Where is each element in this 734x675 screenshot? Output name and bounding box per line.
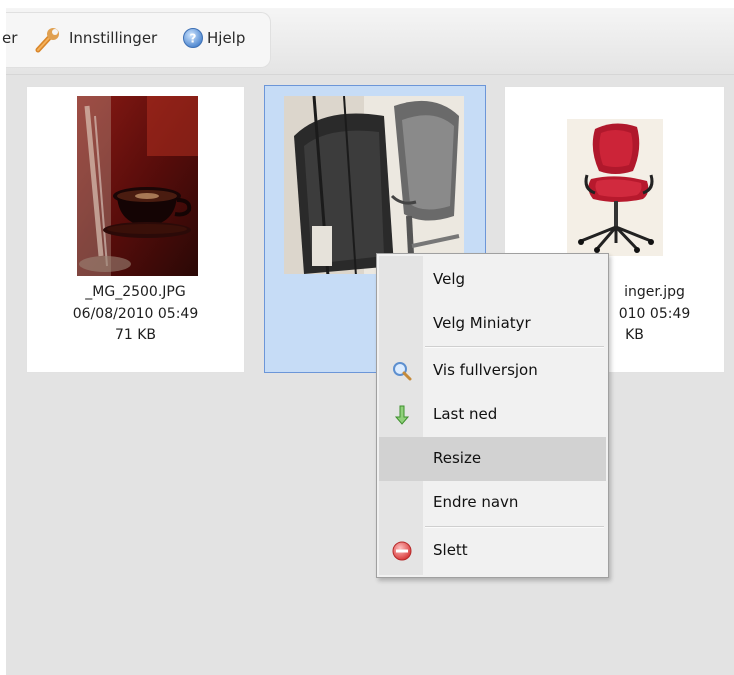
window-top-edge — [6, 0, 734, 8]
help-button[interactable]: ? Hjelp — [182, 28, 262, 55]
file-thumbnail — [567, 119, 663, 256]
file-size: 71 KB — [114, 327, 157, 343]
menu-item-label: Endre navn — [433, 493, 519, 511]
file-tile[interactable]: _MG_2500.JPG 06/08/2010 05:49 71 KB — [26, 86, 245, 373]
file-date: 06/08/2010 05:49 — [72, 306, 199, 322]
menu-item-rename[interactable]: Endre navn — [379, 481, 606, 525]
toolbar-group: er Innstillinger ? Hjelp — [2, 12, 271, 68]
menu-item-download[interactable]: Last ned — [379, 393, 606, 437]
menu-item-label: Velg Miniatyr — [433, 314, 531, 332]
menu-item-label: Vis fullversjon — [433, 361, 538, 379]
help-icon: ? — [183, 28, 203, 48]
menu-item-label: Velg — [433, 270, 466, 288]
magnifier-icon — [393, 362, 412, 381]
down-arrow-icon — [394, 405, 410, 425]
file-thumbnail — [77, 96, 198, 276]
menu-item-label: Slett — [433, 541, 468, 559]
toolbar-item-partial-label: er — [2, 29, 18, 47]
menu-item-select-thumbnail[interactable]: Velg Miniatyr — [379, 302, 606, 346]
toolbar: er Innstillinger ? Hjelp — [2, 8, 734, 75]
delete-icon — [392, 541, 412, 561]
help-label: Hjelp — [207, 29, 246, 47]
menu-item-select[interactable]: Velg — [379, 258, 606, 302]
file-name: _MG_2500.JPG — [85, 284, 186, 300]
menu-item-view-full[interactable]: Vis fullversjon — [379, 349, 606, 393]
menu-item-delete[interactable]: Slett — [379, 529, 606, 573]
menu-separator — [425, 346, 604, 348]
menu-separator — [425, 526, 604, 528]
file-thumbnail — [284, 96, 464, 274]
file-grid: _MG_2500.JPG 06/08/2010 05:49 71 KB bann… — [6, 75, 734, 675]
settings-label: Innstillinger — [69, 29, 158, 47]
settings-button[interactable]: Innstillinger — [34, 28, 174, 55]
menu-item-resize[interactable]: Resize — [379, 437, 606, 481]
menu-item-label: Resize — [433, 449, 482, 467]
menu-item-label: Last ned — [433, 405, 498, 423]
context-menu: Velg Velg Miniatyr Vis fullversjon Last … — [376, 253, 609, 578]
svg-text:?: ? — [190, 32, 197, 46]
wrench-icon — [35, 28, 59, 53]
toolbar-item-partial[interactable]: er — [2, 29, 17, 47]
